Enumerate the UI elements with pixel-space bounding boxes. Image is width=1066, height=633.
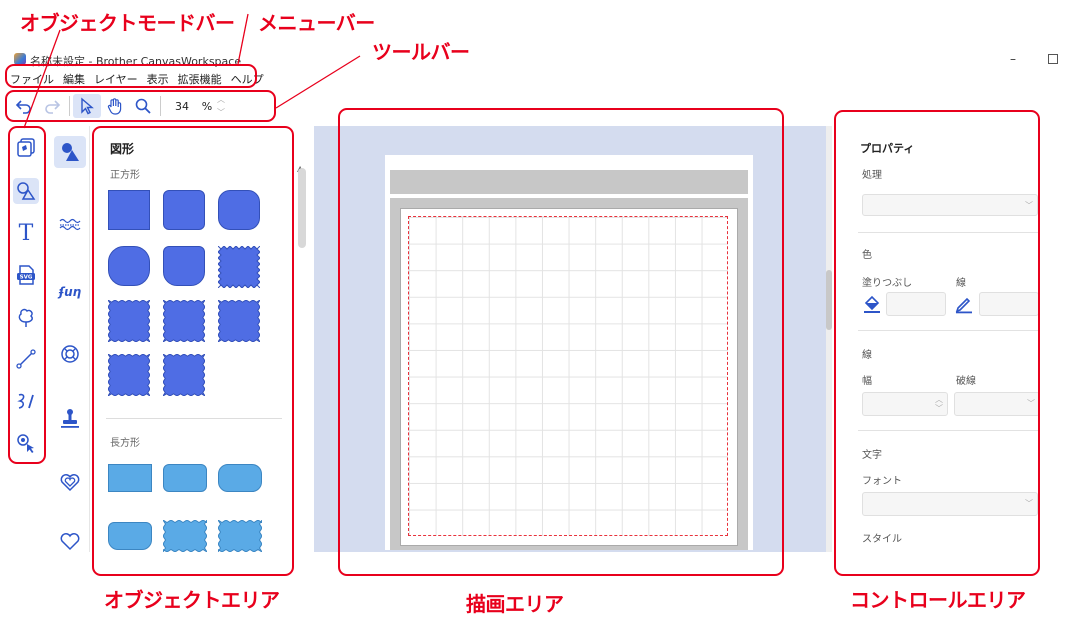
screenshot-stage: 名称未設定 - Brother CanvasWorkspace – ファイル 編… [0, 0, 1066, 633]
annotation-object-area: オブジェクトエリア [104, 588, 280, 612]
drawing-area-highlight [338, 108, 784, 576]
annotation-tool-bar: ツールバー [372, 40, 470, 64]
object-mode-bar-highlight [8, 126, 46, 464]
menu-bar-highlight [5, 64, 257, 88]
annotation-control-area: コントロールエリア [850, 588, 1026, 612]
control-area-highlight [834, 110, 1040, 576]
leader-line-menu-bar [237, 13, 249, 65]
object-area-highlight [92, 126, 294, 576]
annotation-object-mode-bar: オブジェクトモードバー [20, 11, 235, 35]
annotation-drawing-area: 描画エリア [466, 592, 564, 616]
tool-bar-highlight [5, 90, 276, 122]
leader-line-tool-bar [275, 55, 361, 109]
annotation-menu-bar: メニューバー [258, 11, 375, 35]
